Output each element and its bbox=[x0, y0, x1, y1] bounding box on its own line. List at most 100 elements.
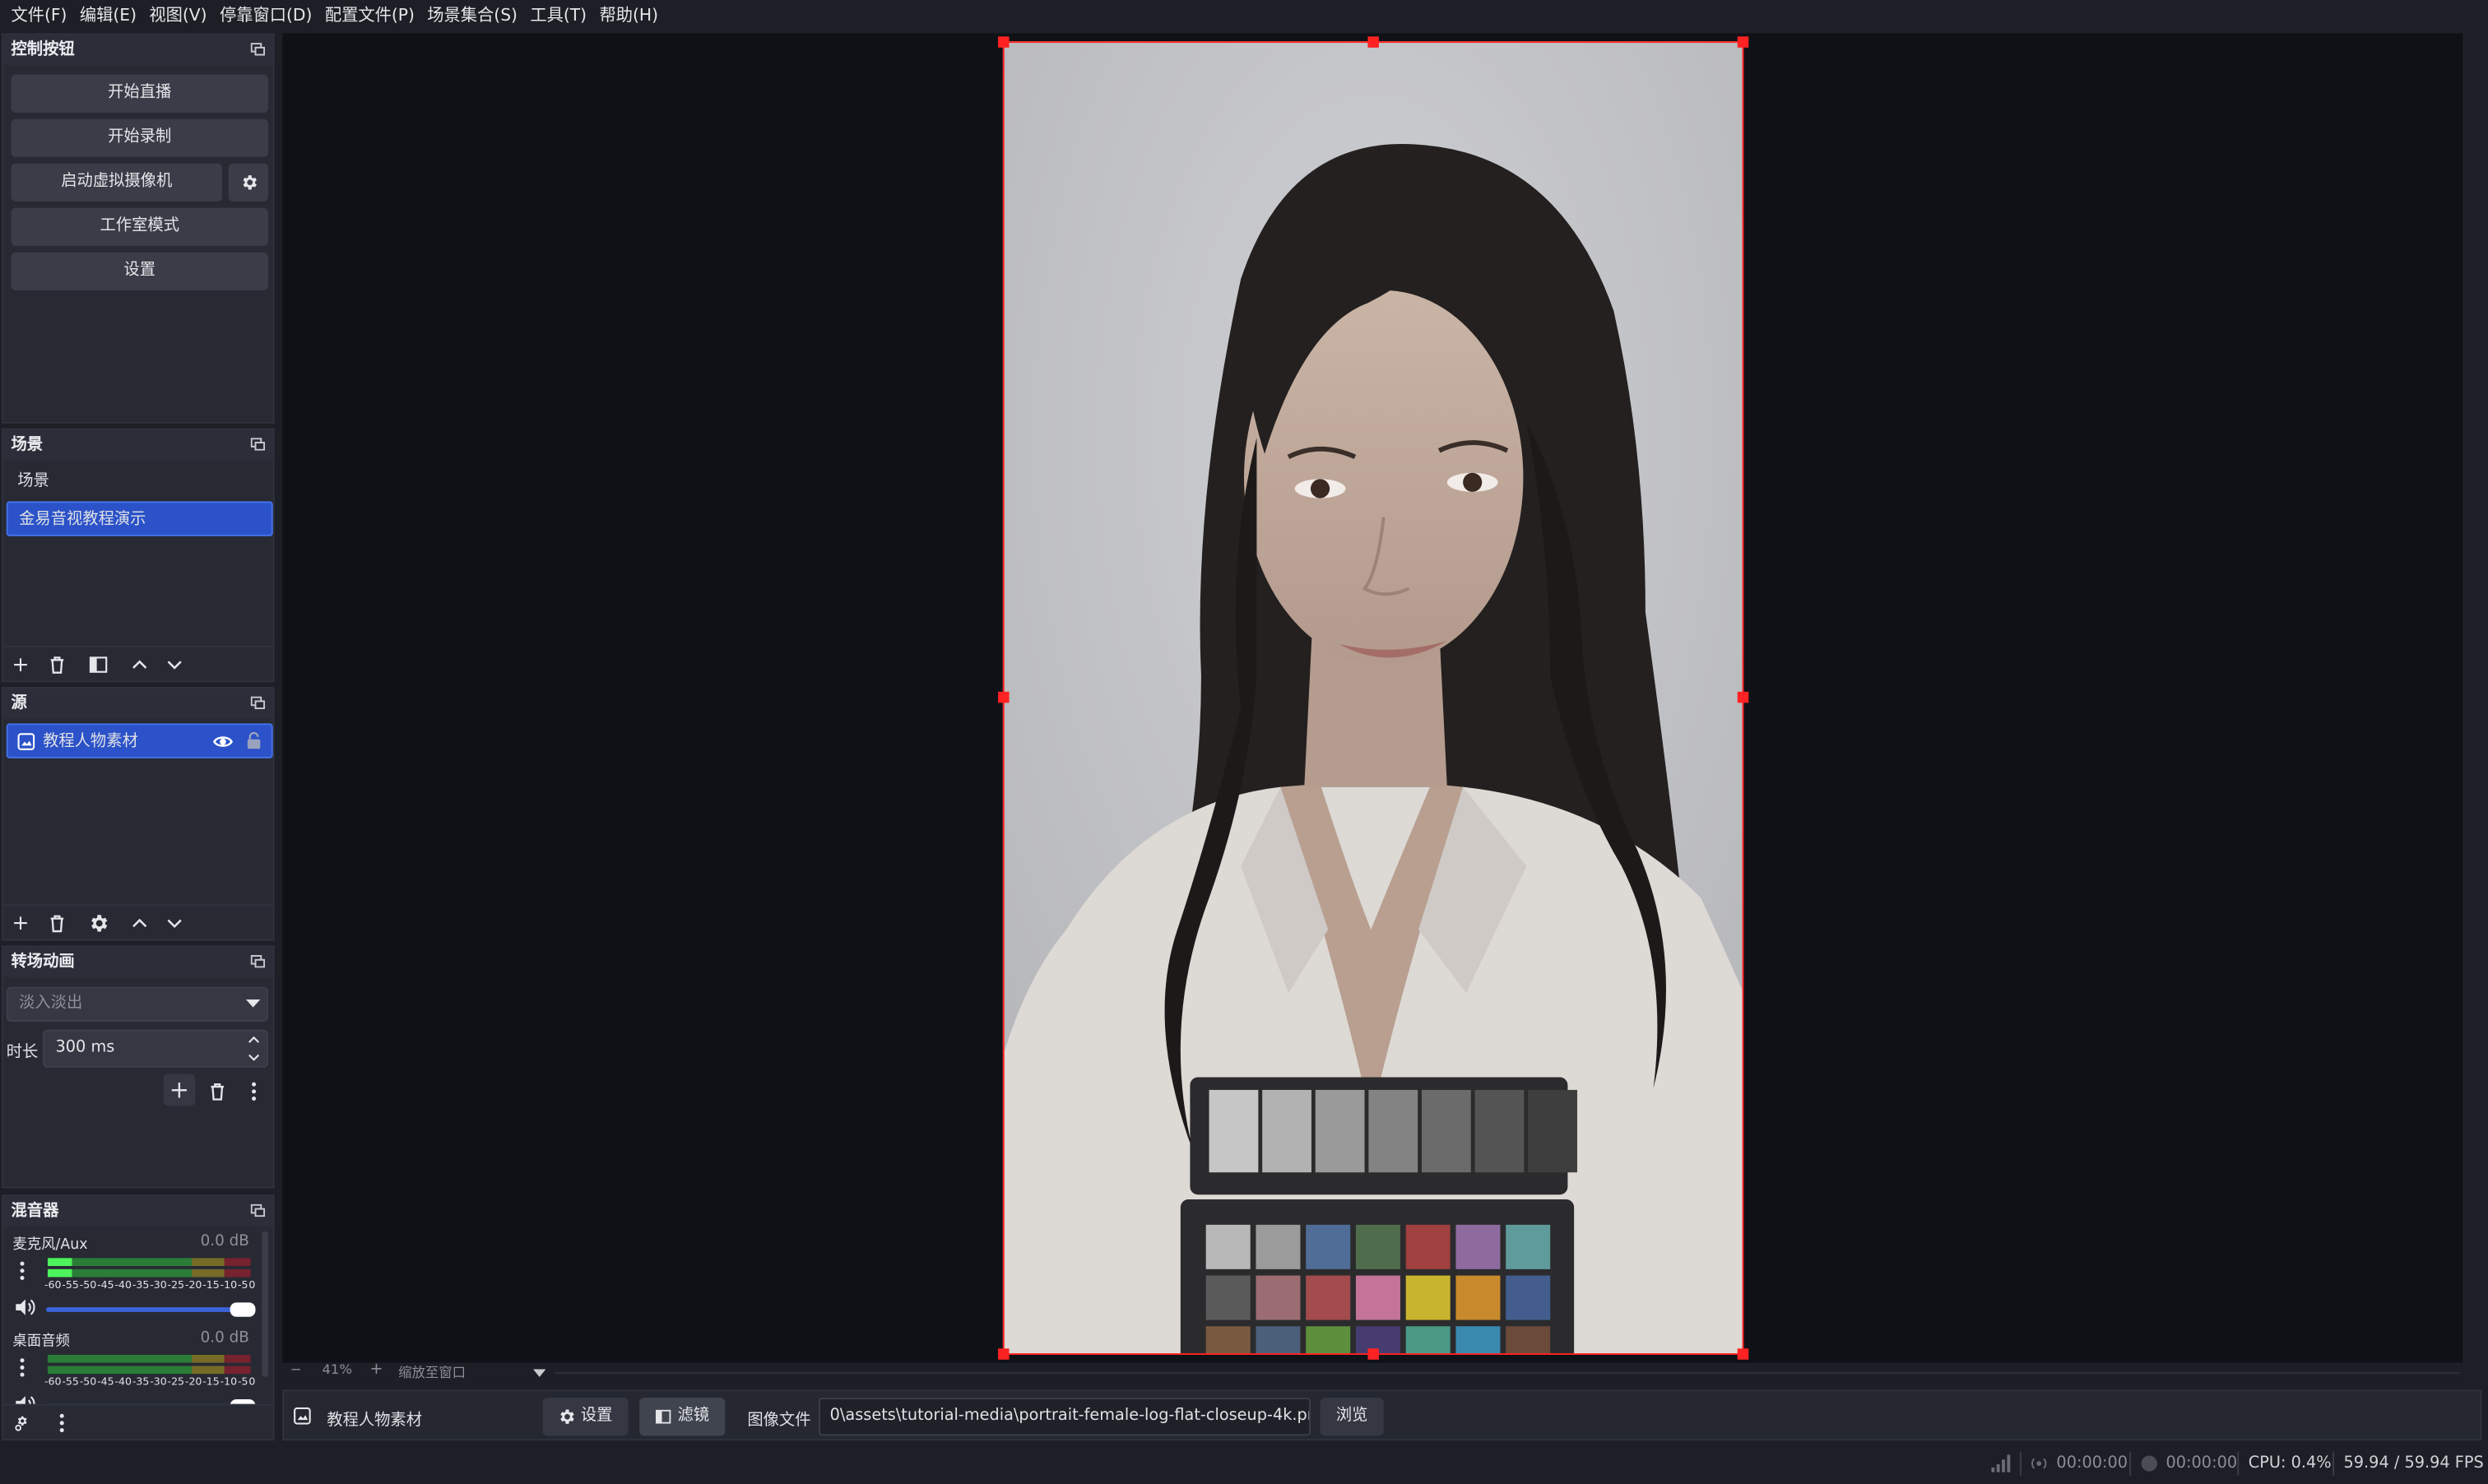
volume-slider[interactable] bbox=[45, 1302, 256, 1317]
menu-profile[interactable]: 配置文件(P) bbox=[318, 0, 420, 33]
scene-item[interactable]: 场景 bbox=[7, 465, 273, 499]
context-settings-button[interactable]: 设置 bbox=[542, 1398, 629, 1436]
more-icon[interactable] bbox=[55, 1412, 67, 1434]
filter-icon[interactable] bbox=[87, 654, 109, 676]
menu-docks[interactable]: 停靠窗口(D) bbox=[213, 0, 318, 33]
settings-button[interactable]: 设置 bbox=[11, 252, 268, 290]
volume-meter bbox=[47, 1256, 251, 1278]
context-source-name: 教程人物素材 bbox=[327, 1412, 422, 1430]
meter-level bbox=[47, 1258, 72, 1266]
undock-icon[interactable] bbox=[250, 438, 266, 451]
chevron-down-icon[interactable] bbox=[164, 912, 186, 934]
add-icon[interactable]: + bbox=[10, 653, 32, 677]
duration-value: 300 ms bbox=[55, 1039, 115, 1057]
zoom-out-button[interactable]: − bbox=[290, 1363, 302, 1379]
advanced-audio-icon[interactable] bbox=[12, 1413, 33, 1432]
menu-view[interactable]: 视图(V) bbox=[143, 0, 214, 33]
status-separator bbox=[2332, 1451, 2334, 1476]
chevron-down-icon[interactable] bbox=[248, 1054, 260, 1062]
meter-zone bbox=[47, 1354, 193, 1363]
virtualcam-settings-button[interactable] bbox=[228, 163, 268, 202]
meter-scale-label: -10 bbox=[220, 1375, 238, 1389]
zoom-fit-label[interactable]: 缩放至窗口 bbox=[398, 1363, 466, 1381]
status-separator bbox=[2129, 1451, 2132, 1476]
mixer-channel-db: 0.0 dB bbox=[200, 1232, 249, 1250]
trash-icon[interactable] bbox=[207, 1080, 229, 1102]
meter-zone bbox=[224, 1366, 251, 1375]
menu-edit[interactable]: 编辑(E) bbox=[73, 0, 143, 33]
duration-spinbox[interactable]: 300 ms bbox=[43, 1029, 268, 1068]
eye-icon[interactable] bbox=[212, 733, 234, 750]
portrait-image bbox=[1002, 41, 1744, 1355]
zoom-in-button[interactable]: + bbox=[369, 1361, 383, 1379]
resize-handle-left[interactable] bbox=[998, 691, 1010, 703]
meter-scale-label: -50 bbox=[79, 1375, 97, 1389]
chevron-down-icon[interactable] bbox=[532, 1369, 546, 1377]
browse-button[interactable]: 浏览 bbox=[1320, 1398, 1384, 1436]
menu-file[interactable]: 文件(F) bbox=[5, 0, 73, 33]
transition-type-select[interactable]: 淡入淡出 bbox=[6, 986, 268, 1022]
meter-scale: -60 -55 -50 -45 -40 -35 -30 -25 -20 -15 -10 -5 0 bbox=[44, 1278, 255, 1292]
scene-item-selected[interactable]: 金易音视教程演示 bbox=[6, 501, 273, 536]
transition-type-value: 淡入淡出 bbox=[19, 995, 83, 1013]
context-filters-button[interactable]: 滤镜 bbox=[639, 1398, 726, 1436]
controls-dock-title: 控制按钮 bbox=[2, 35, 273, 66]
volume-slider-handle[interactable] bbox=[230, 1302, 256, 1317]
resize-handle-bottom-left[interactable] bbox=[998, 1348, 1010, 1360]
source-image-portrait[interactable] bbox=[1002, 41, 1744, 1355]
record-time: 00:00:00 bbox=[2165, 1454, 2238, 1472]
source-context-bar: 教程人物素材 设置 滤镜 图像文件 0\assets\tutorial-medi… bbox=[282, 1389, 2482, 1441]
color-checker-patch bbox=[1306, 1224, 1351, 1269]
mixer-channel-name: 桌面音频 bbox=[12, 1333, 70, 1351]
mixer-channel-name: 麦克风/Aux bbox=[12, 1237, 88, 1254]
resize-handle-right[interactable] bbox=[1737, 691, 1749, 703]
gray-step-patch bbox=[1528, 1089, 1577, 1173]
gray-step-patch bbox=[1209, 1089, 1259, 1173]
chevron-up-icon[interactable] bbox=[128, 912, 151, 934]
resize-handle-top-right[interactable] bbox=[1737, 36, 1749, 48]
trash-icon[interactable] bbox=[46, 912, 68, 934]
more-icon[interactable] bbox=[16, 1356, 28, 1379]
resize-handle-bottom-right[interactable] bbox=[1737, 1348, 1749, 1360]
mixer-scrollbar[interactable] bbox=[262, 1231, 268, 1377]
color-checker-patch bbox=[1205, 1224, 1251, 1269]
more-icon[interactable] bbox=[16, 1259, 28, 1282]
start-record-button[interactable]: 开始录制 bbox=[11, 118, 268, 157]
lock-icon[interactable] bbox=[246, 731, 262, 750]
color-checker-patch bbox=[1306, 1275, 1351, 1320]
gear-icon[interactable] bbox=[87, 912, 109, 934]
trash-icon[interactable] bbox=[46, 654, 68, 676]
undock-icon[interactable] bbox=[250, 43, 266, 56]
more-icon[interactable] bbox=[243, 1080, 265, 1102]
chevron-down-icon[interactable] bbox=[164, 654, 186, 676]
color-checker-patch bbox=[1306, 1326, 1351, 1355]
meter-scale: -60 -55 -50 -45 -40 -35 -30 -25 -20 -15 -10 -5 0 bbox=[44, 1375, 255, 1389]
source-item[interactable]: 教程人物素材 bbox=[6, 723, 273, 758]
transitions-dock: 转场动画 淡入淡出 时长 300 ms + bbox=[1, 945, 275, 1189]
start-virtualcam-button[interactable]: 启动虚拟摄像机 bbox=[11, 163, 222, 202]
meter-scale-label: -20 bbox=[184, 1278, 202, 1292]
add-transition-button[interactable]: + bbox=[163, 1074, 196, 1106]
menu-help[interactable]: 帮助(H) bbox=[593, 0, 665, 33]
meter-zone bbox=[192, 1268, 225, 1278]
image-path-field[interactable]: 0\assets\tutorial-media\portrait-female-… bbox=[819, 1398, 1311, 1436]
speaker-icon[interactable] bbox=[14, 1298, 36, 1317]
resize-handle-bottom[interactable] bbox=[1367, 1348, 1379, 1360]
chevron-up-icon[interactable] bbox=[128, 654, 151, 676]
resize-handle-top[interactable] bbox=[1367, 36, 1379, 48]
sources-toolbar: + bbox=[2, 904, 273, 939]
undock-icon[interactable] bbox=[250, 1203, 266, 1217]
undock-icon[interactable] bbox=[250, 954, 266, 968]
zoom-value: 41% bbox=[322, 1362, 352, 1379]
resize-handle-top-left[interactable] bbox=[998, 36, 1010, 48]
undock-icon[interactable] bbox=[250, 696, 266, 710]
chevron-up-icon[interactable] bbox=[248, 1036, 260, 1044]
stream-status-icon bbox=[2031, 1458, 2047, 1469]
menu-scene-collection[interactable]: 场景集合(S) bbox=[421, 0, 524, 33]
menu-tools[interactable]: 工具(T) bbox=[524, 0, 593, 33]
add-icon: + bbox=[169, 1075, 190, 1105]
studio-mode-button[interactable]: 工作室模式 bbox=[11, 207, 268, 246]
gray-step-patch bbox=[1421, 1089, 1471, 1173]
start-stream-button[interactable]: 开始直播 bbox=[11, 74, 268, 113]
add-icon[interactable]: + bbox=[10, 911, 32, 935]
